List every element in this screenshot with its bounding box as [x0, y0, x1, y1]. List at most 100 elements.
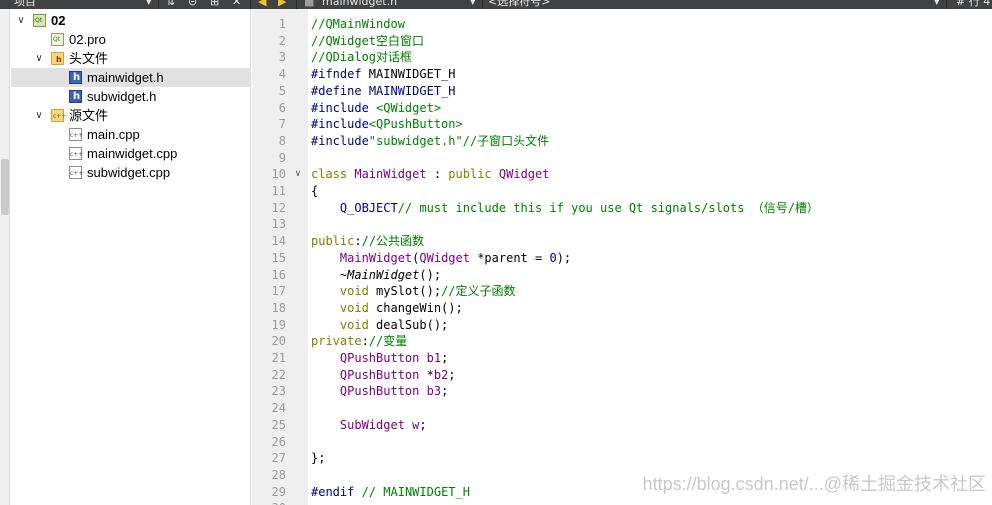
qt-pro-file-icon [51, 33, 64, 46]
code-line[interactable]: 22 QPushButton *b2; [252, 367, 992, 383]
tree-item[interactable]: ∨ 02 [11, 11, 251, 30]
sync-icon[interactable]: ⊝ [188, 0, 197, 9]
tree-item[interactable]: subwidget.cpp [11, 163, 251, 182]
code-line[interactable]: 4 #ifndef MAINWIDGET_H [252, 66, 992, 82]
tree-item[interactable]: main.cpp [11, 125, 251, 144]
fold-marker-icon[interactable]: ∨ [292, 166, 304, 182]
header-file-icon [69, 90, 82, 103]
tree-item-label: 02 [51, 13, 66, 28]
code-text: class MainWidget : public QWidget [311, 167, 550, 182]
code-line[interactable]: 25 SubWidget w; [252, 417, 992, 433]
code-line[interactable]: 23 QPushButton b3; [252, 383, 992, 399]
code-text: void changeWin(); [339, 300, 463, 315]
code-line[interactable]: 13 [252, 216, 992, 232]
tree-item-label: mainwidget.h [87, 70, 164, 85]
tree-item[interactable]: subwidget.h [11, 87, 251, 106]
code-line[interactable]: 5 #define MAINWIDGET_H [252, 83, 992, 99]
code-line[interactable]: 7 #include<QPushButton> [252, 116, 992, 132]
code-line[interactable]: 14 public://公共函数 [252, 233, 992, 249]
line-number: 18 [271, 300, 286, 315]
code-editor[interactable]: 1 //QMainWindow 2 //QWidget空白窗口 3 //QDialog对话… [252, 9, 992, 505]
scrollbar-thumb[interactable] [1, 159, 9, 215]
line-number: 2 [278, 33, 286, 48]
code-line[interactable]: 30 [252, 500, 992, 505]
tree-item-label: main.cpp [87, 127, 140, 142]
code-line[interactable]: 16 ~MainWidget(); [252, 267, 992, 283]
line-number: 27 [271, 451, 286, 466]
code-line[interactable]: 20 private://变量 [252, 333, 992, 349]
cursor-position: # 行 4 [956, 0, 991, 8]
watermark: https://blog.csdn.net/...@稀土掘金技术社区 [642, 474, 986, 494]
line-number: 19 [271, 317, 286, 332]
back-arrow-icon[interactable]: ◀ [258, 0, 266, 9]
line-number: 29 [271, 484, 286, 499]
line-number: 12 [271, 200, 286, 215]
tree-item[interactable]: ∨ h 头文件 [11, 49, 251, 68]
line-number: 11 [271, 184, 286, 198]
split-icon[interactable]: ⊞ [210, 0, 219, 9]
cpp-file-icon [69, 166, 83, 179]
chevron-down-icon[interactable]: ∨ [33, 106, 45, 125]
cpp-file-icon [69, 147, 83, 160]
project-scrollbar[interactable] [0, 9, 10, 505]
code-text: //QWidget空白窗口 [311, 33, 425, 48]
code-line[interactable]: 24 [252, 400, 992, 416]
header-file-icon [69, 71, 82, 84]
tree-item-label: mainwidget.cpp [87, 146, 178, 161]
line-number: 25 [271, 417, 286, 432]
code-line[interactable]: 12 Q_OBJECT// must include this if you u… [252, 200, 992, 216]
code-line[interactable]: 2 //QWidget空白窗口 [252, 33, 992, 49]
file-tab[interactable]: mainwidget.h [322, 0, 397, 9]
line-number: 13 [271, 217, 286, 232]
symbol-dropdown-icon[interactable]: ▾ [934, 0, 940, 9]
close-panel-icon[interactable]: ✕ [232, 0, 241, 9]
project-panel: ∨ 02 02.pro ∨ h 头文件 mainwidget.h subwidget.h ∨ c+… [0, 9, 251, 505]
code-line[interactable]: 19 void dealSub(); [252, 317, 992, 333]
code-line[interactable]: 11 { [252, 183, 992, 199]
tree-item-label: 头文件 [69, 51, 109, 66]
line-number: 8 [278, 133, 286, 148]
file-dropdown-icon[interactable]: ▾ [470, 0, 476, 9]
tree-item-label: 源文件 [69, 108, 109, 123]
code-line[interactable]: 3 //QDialog对话框 [252, 49, 992, 65]
code-text: QPushButton *b2; [339, 367, 456, 382]
panel-dropdown-icon[interactable]: ▾ [146, 0, 152, 9]
chevron-down-icon[interactable]: ∨ [15, 11, 27, 30]
code-line[interactable]: 21 QPushButton b1; [252, 350, 992, 366]
lock-icon: ■ [304, 0, 315, 8]
symbol-selector[interactable]: <选择符号> [488, 0, 550, 9]
code-text: #define MAINWIDGET_H [311, 83, 456, 98]
top-toolbar: 项目 ▾ ⇅ ⊝ ⊞ ✕ ◀ ▶ ■ mainwidget.h ▾ <选择符号>… [0, 0, 992, 9]
code-line[interactable]: 6 #include <QWidget> [252, 100, 992, 116]
code-text: //QDialog对话框 [311, 50, 413, 65]
tree-item[interactable]: mainwidget.h [11, 68, 251, 87]
filter-icon[interactable]: ⇅ [166, 0, 175, 9]
code-text: private://变量 [311, 334, 408, 349]
tree-item[interactable]: 02.pro [11, 30, 251, 49]
panel-title: 项目 [14, 0, 36, 8]
tree-item[interactable]: ∨ c++ 源文件 [11, 106, 251, 125]
code-line[interactable]: 18 void changeWin(); [252, 300, 992, 316]
tree-item[interactable]: mainwidget.cpp [11, 144, 251, 163]
code-line[interactable]: 1 //QMainWindow [252, 16, 992, 32]
code-text: void dealSub(); [339, 317, 449, 332]
chevron-down-icon[interactable]: ∨ [33, 49, 45, 68]
forward-arrow-icon[interactable]: ▶ [278, 0, 286, 9]
code-line[interactable]: 8 #include"subwidget.h"//子窗口头文件 [252, 133, 992, 149]
line-number: 4 [278, 67, 286, 82]
tree-item-label: subwidget.h [87, 89, 157, 104]
line-number: 10 [271, 167, 286, 182]
code-line[interactable]: 10 ∨ class MainWidget : public QWidget [252, 166, 992, 182]
code-line[interactable]: 9 [252, 150, 992, 166]
qt-project-icon [33, 14, 46, 27]
code-line[interactable]: 27}; [252, 450, 992, 466]
line-number: 3 [278, 50, 286, 65]
code-line[interactable]: 17 void mySlot();//定义子函数 [252, 283, 992, 299]
code-line[interactable]: 15 MainWidget(QWidget *parent = 0); [252, 250, 992, 266]
line-number: 17 [271, 284, 286, 299]
code-line[interactable]: 26 [252, 434, 992, 450]
line-number: 7 [278, 117, 286, 132]
line-number: 22 [271, 367, 286, 382]
line-number: 9 [278, 150, 286, 165]
code-text: }; [311, 451, 326, 466]
